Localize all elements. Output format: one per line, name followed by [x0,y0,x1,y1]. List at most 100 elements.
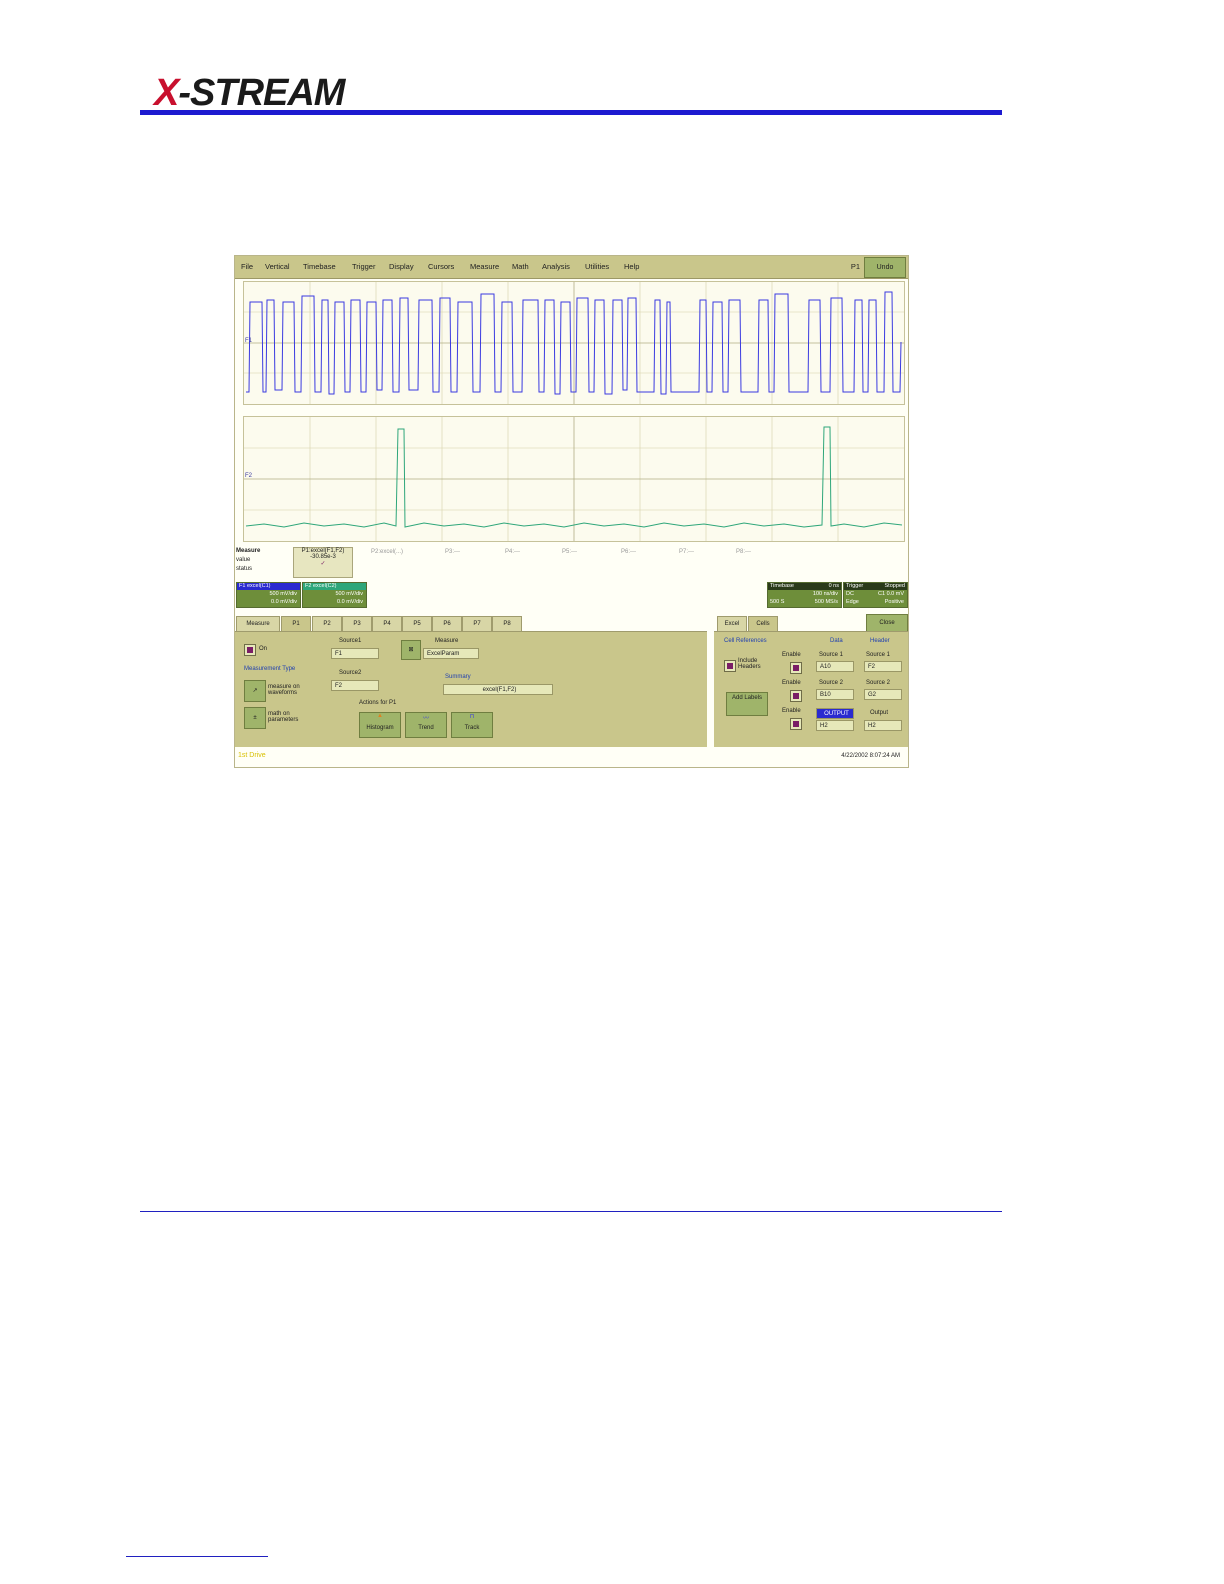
waveform-grid-2: F2 [243,416,905,542]
tab-measure[interactable]: Measure [236,616,280,631]
close-button[interactable]: Close [866,614,908,632]
tab-p6[interactable]: P6 [432,616,462,631]
actions-label: Actions for P1 [359,700,397,706]
menu-utilities[interactable]: Utilities [585,262,609,271]
f1-offset: 0.0 mV/div [271,599,297,605]
tab-p7[interactable]: P7 [462,616,492,631]
parameter-math-icon[interactable]: ± [244,707,266,729]
status-datetime: 4/22/2002 8:07:24 AM [841,753,900,759]
oscilloscope-screenshot: File Vertical Timebase Trigger Display C… [234,255,909,768]
track-label: Track [464,725,480,731]
trigger-title: Trigger [846,583,864,589]
f2-scale: 500 mV/div [335,591,363,597]
menu-measure[interactable]: Measure [470,262,499,271]
status-bar: 1st Drive 4/22/2002 8:07:24 AM [235,750,908,766]
trigger-level: C1 0.0 mV [878,591,904,597]
header-output-label: Output [870,710,889,716]
menu-trigger[interactable]: Trigger [352,262,375,271]
trigger-state: Stopped [884,583,906,589]
track-button[interactable]: ⊓ Track [451,712,493,738]
header-rule [140,110,1002,115]
source1-label: Source1 [339,638,362,644]
menu-display[interactable]: Display [389,262,414,271]
source2-label: Source2 [339,670,362,676]
trend-button[interactable]: 〰 Trend [405,712,447,738]
f1-name: F1 [239,583,246,589]
header-output-field[interactable]: H2 [864,720,902,731]
p3-measure-header[interactable]: P3:--- [445,549,460,555]
source2-field[interactable]: F2 [331,680,379,691]
summary-field: excel(F1,F2) [443,684,553,695]
f2-name: F2 [305,583,312,589]
logo-word: -STREAM [178,72,345,114]
channel-f1-box[interactable]: F1 excel(C1) 500 mV/div 0.0 mV/div [236,582,301,608]
tab-p4[interactable]: P4 [372,616,402,631]
trigger-box[interactable]: Trigger Stopped DC C1 0.0 mV Edge Positive [843,582,908,608]
p4-measure-header[interactable]: P4:--- [505,549,520,555]
undo-button[interactable]: Undo [864,257,906,278]
f2-ground-marker: F2 [245,473,253,479]
p2-measure-header[interactable]: P2:excel(...) [371,549,403,555]
header-source2-field[interactable]: G2 [864,689,902,700]
include-headers-checkbox[interactable] [724,660,736,672]
trigger-coupling: DC [846,591,854,597]
data-label: Data [830,638,843,644]
measure-row-status: status [236,566,253,572]
header-label: Header [870,638,890,644]
enable-label-3: Enable [782,708,801,714]
footer-mark [126,1556,268,1557]
timebase-samples: 500 S [770,599,785,605]
channel-f2-box[interactable]: F2 excel(C2) 500 mV/div 0.0 mV/div [302,582,367,608]
enable-label-1: Enable [782,652,801,658]
measure-title: Measure [236,548,261,554]
enable-checkbox-3[interactable] [790,718,802,730]
timebase-box[interactable]: Timebase 0 ns 100 ns/div 500 S 500 MS/s [767,582,842,608]
header-source2-label: Source 2 [866,680,891,686]
add-labels-button[interactable]: Add Labels [726,692,768,716]
p8-measure-header[interactable]: P8:--- [736,549,751,555]
measure-label: Measure [435,638,459,644]
histogram-icon: ▲ [377,713,383,719]
source1-field[interactable]: F1 [331,648,379,659]
data-source1-field[interactable]: A10 [816,661,854,672]
f2-desc: excel(C2) [312,583,337,589]
tab-p1[interactable]: P1 [281,616,311,631]
cell-references-label: Cell References [724,638,767,644]
histogram-label: Histogram [366,725,394,731]
tab-p2[interactable]: P2 [312,616,342,631]
p1-measure-cell[interactable]: P1:excel(F1,F2) -30.85e-3 ✓ [293,547,353,578]
menu-math[interactable]: Math [512,262,529,271]
on-checkbox[interactable] [244,644,256,656]
tab-excel[interactable]: Excel [717,616,747,631]
waveform-grid-1: F1 [243,281,905,405]
header-source1-field[interactable]: F2 [864,661,902,672]
p5-measure-header[interactable]: P5:--- [562,549,577,555]
tab-p3[interactable]: P3 [342,616,372,631]
tab-cells[interactable]: Cells [748,616,778,631]
tab-p5[interactable]: P5 [402,616,432,631]
cells-panel: Cell References Include Headers Add Labe… [714,631,908,747]
enable-checkbox-1[interactable] [790,662,802,674]
menu-cursors[interactable]: Cursors [428,262,454,271]
menu-analysis[interactable]: Analysis [542,262,570,271]
menu-help[interactable]: Help [624,262,639,271]
data-output-label: OUTPUT [816,708,854,719]
excel-measure-icon[interactable]: ⊠ [401,640,421,660]
menu-vertical[interactable]: Vertical [265,262,290,271]
enable-checkbox-2[interactable] [790,690,802,702]
histogram-button[interactable]: ▲ Histogram [359,712,401,738]
measure-field[interactable]: ExcelParam [423,648,479,659]
menu-timebase[interactable]: Timebase [303,262,336,271]
menu-file[interactable]: File [241,262,253,271]
measure-on-waveforms-label: measure on waveforms [268,684,300,696]
logo-x-letter: X [154,72,179,114]
enable-label-2: Enable [782,680,801,686]
waveform-type-icon[interactable]: ↗ [244,680,266,702]
p7-measure-header[interactable]: P7:--- [679,549,694,555]
tab-p8[interactable]: P8 [492,616,522,631]
menu-p1-indicator: P1 [850,262,860,271]
data-output-field[interactable]: H2 [816,720,854,731]
p1-status-check: ✓ [320,561,326,567]
p6-measure-header[interactable]: P6:--- [621,549,636,555]
data-source2-field[interactable]: B10 [816,689,854,700]
